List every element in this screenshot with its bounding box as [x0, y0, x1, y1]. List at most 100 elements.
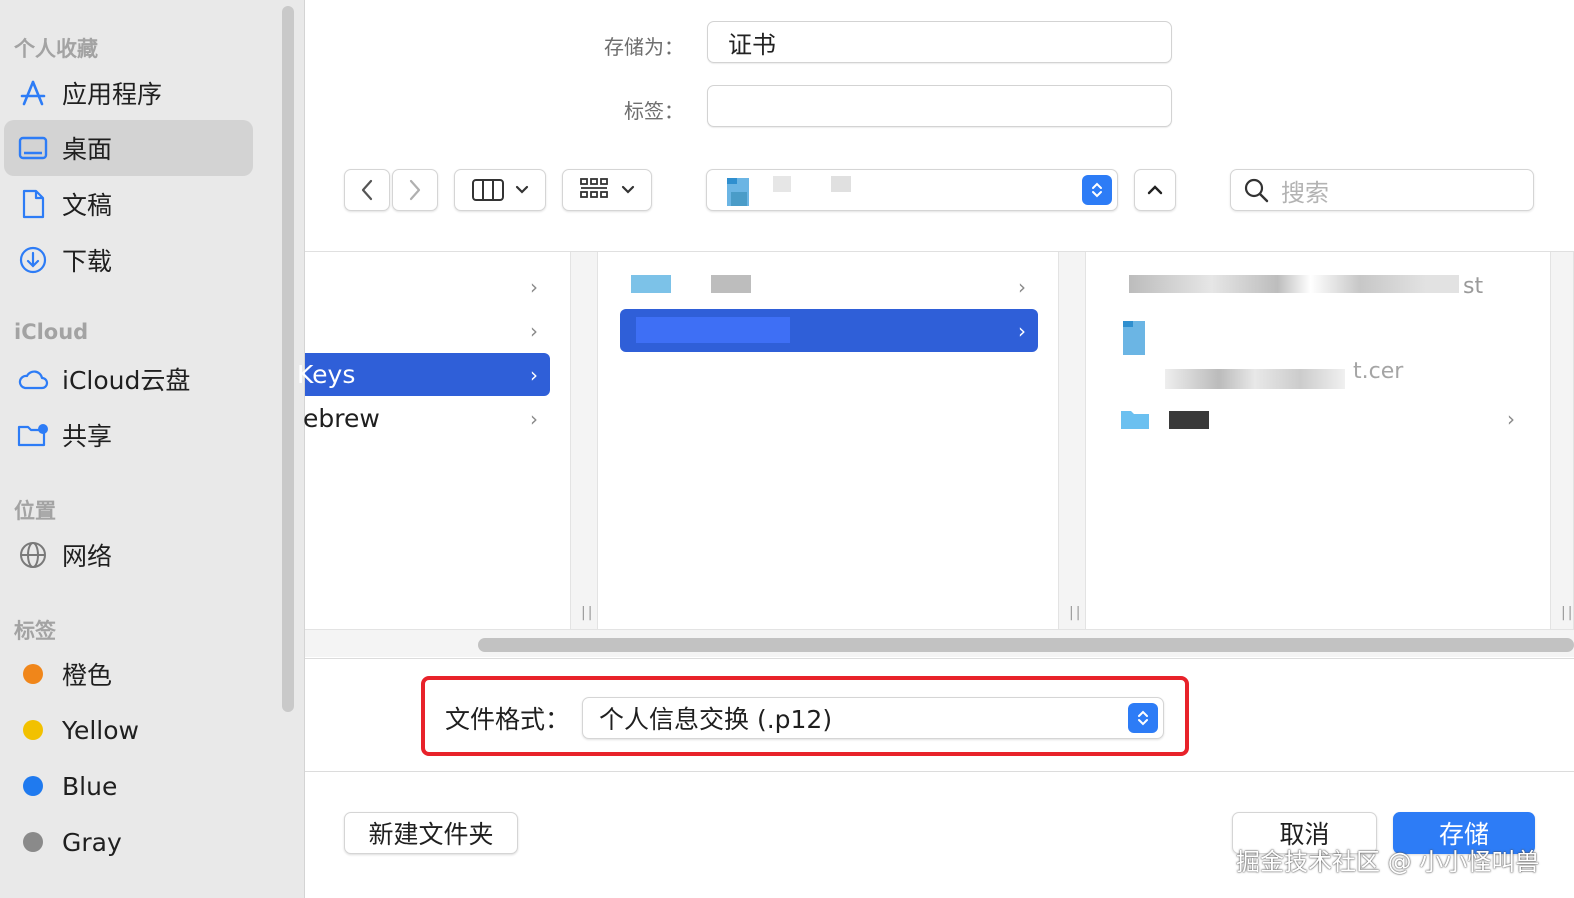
sidebar-section-tags: 标签: [14, 619, 56, 643]
browser-row[interactable]: ebrew ›: [303, 397, 550, 440]
tag-dot-icon: [23, 832, 43, 852]
document-icon: [4, 189, 62, 219]
sidebar-section-favorites: 个人收藏: [14, 37, 98, 61]
chevron-left-icon: [361, 179, 373, 201]
sidebar-item-label: iCloud云盘: [62, 366, 191, 395]
row-label: st: [1463, 274, 1484, 299]
tags-field[interactable]: [707, 85, 1172, 127]
sidebar-item-label: 橙色: [62, 661, 113, 690]
folder-icon: [727, 178, 749, 206]
app-store-icon: [4, 78, 62, 108]
download-icon: [4, 245, 62, 275]
save-dialog: 个人收藏 应用程序 桌面 文稿 下载 iCloud iCloud云盘 共享 位置…: [0, 0, 1574, 898]
blurred-text: [831, 176, 851, 192]
sidebar-item-label: 文稿: [62, 191, 113, 220]
chevron-right-icon: ›: [530, 274, 538, 299]
save-as-field[interactable]: 证书: [707, 21, 1172, 63]
sidebar-item-label: 应用程序: [62, 80, 163, 109]
sidebar-item-label: 共享: [62, 422, 113, 451]
resize-grip-icon: ||: [1069, 605, 1083, 621]
back-button[interactable]: [344, 169, 390, 211]
popup-stepper-icon: [1082, 175, 1112, 205]
sidebar-item-icloud-drive[interactable]: iCloud云盘: [4, 351, 253, 407]
horizontal-scrollbar[interactable]: [305, 629, 1574, 657]
sidebar-item-label: 网络: [62, 542, 113, 571]
scrollbar-thumb[interactable]: [478, 638, 1574, 652]
new-folder-button[interactable]: 新建文件夹: [344, 812, 518, 854]
file-icon: [1123, 321, 1145, 355]
view-mode-button[interactable]: [454, 169, 546, 211]
sidebar-item-applications[interactable]: 应用程序: [4, 65, 253, 121]
column-separator[interactable]: ||: [1058, 252, 1086, 629]
browser-row[interactable]: ›: [305, 265, 550, 308]
search-icon: [1244, 178, 1269, 203]
file-browser: › › Keys › ebrew › || › › || st t.cer › …: [297, 251, 1574, 657]
tags-label: 标签：: [624, 99, 684, 123]
file-format-select[interactable]: 个人信息交换 (.p12): [582, 697, 1164, 739]
sidebar-item-label: 下载: [62, 247, 113, 276]
chevron-right-icon: ›: [1018, 318, 1026, 343]
watermark: 掘金技术社区 @ 小小怪叫兽: [1236, 848, 1540, 876]
group-button[interactable]: [562, 169, 652, 211]
location-popup[interactable]: [706, 169, 1118, 211]
globe-icon: [4, 540, 62, 570]
sidebar-scrollbar[interactable]: [282, 6, 294, 712]
browser-row[interactable]: t.cer: [1105, 315, 1545, 403]
forward-button[interactable]: [392, 169, 438, 211]
sidebar-tag-yellow[interactable]: Yellow: [4, 702, 253, 758]
blurred-text: [711, 275, 751, 293]
sidebar-item-network[interactable]: 网络: [4, 527, 253, 583]
chevron-down-icon: [515, 185, 529, 194]
column-separator[interactable]: ||: [570, 252, 598, 629]
chevron-down-icon: [621, 185, 635, 194]
tag-dot-icon: [23, 776, 43, 796]
sidebar-item-downloads[interactable]: 下载: [4, 232, 253, 288]
chevron-right-icon: ›: [530, 406, 538, 431]
search-field[interactable]: 搜索: [1230, 169, 1534, 211]
chevron-right-icon: ›: [530, 362, 538, 387]
sidebar-item-label: Yellow: [62, 715, 139, 745]
sidebar-section-icloud: iCloud: [14, 320, 89, 344]
sidebar-tag-blue[interactable]: Blue: [4, 758, 253, 814]
sidebar-item-label: Gray: [62, 827, 122, 857]
blurred-text: [773, 176, 791, 192]
sidebar-tag-gray[interactable]: Gray: [4, 814, 253, 870]
browser-row[interactable]: ›: [1105, 397, 1545, 440]
cloud-icon: [4, 367, 62, 391]
sidebar-item-shared[interactable]: 共享: [4, 407, 253, 463]
grid-view-icon: [580, 178, 608, 198]
browser-row[interactable]: st: [1105, 265, 1545, 308]
chevron-right-icon: [409, 179, 421, 201]
resize-grip-icon: ||: [1561, 605, 1574, 621]
browser-row[interactable]: ›: [620, 265, 1038, 308]
tag-dot-icon: [23, 720, 43, 740]
blurred-text: [1129, 275, 1459, 293]
chevron-right-icon: ›: [530, 318, 538, 343]
chevron-up-icon: [1147, 185, 1163, 195]
column-separator[interactable]: ||: [1550, 252, 1574, 629]
sidebar-item-label: 桌面: [62, 135, 113, 164]
collapse-button[interactable]: [1134, 169, 1176, 211]
blurred-text: [1169, 411, 1209, 429]
chevron-right-icon: ›: [1018, 274, 1026, 299]
browser-row-selected[interactable]: Keys ›: [297, 353, 550, 396]
tag-dot-icon: [23, 664, 43, 684]
sidebar-item-documents[interactable]: 文稿: [4, 176, 253, 232]
row-label: Keys: [297, 360, 356, 389]
search-placeholder: 搜索: [1281, 178, 1329, 207]
sidebar-item-desktop[interactable]: 桌面: [4, 120, 253, 176]
sidebar-tag-orange[interactable]: 橙色: [4, 646, 253, 702]
browser-row-selected[interactable]: ›: [620, 309, 1038, 352]
row-label: ebrew: [303, 404, 380, 433]
blurred-text: [636, 317, 790, 343]
desktop-icon: [4, 135, 62, 161]
folder-icon: [1121, 410, 1149, 429]
file-format-value: 个人信息交换 (.p12): [599, 705, 833, 734]
popup-stepper-icon: [1128, 703, 1158, 733]
column-view-icon: [472, 179, 504, 201]
shared-folder-icon: [4, 421, 62, 449]
blurred-text: [1165, 369, 1345, 389]
file-format-label: 文件格式：: [445, 705, 571, 734]
sidebar-item-label: Blue: [62, 771, 118, 801]
browser-row[interactable]: ›: [305, 309, 550, 352]
